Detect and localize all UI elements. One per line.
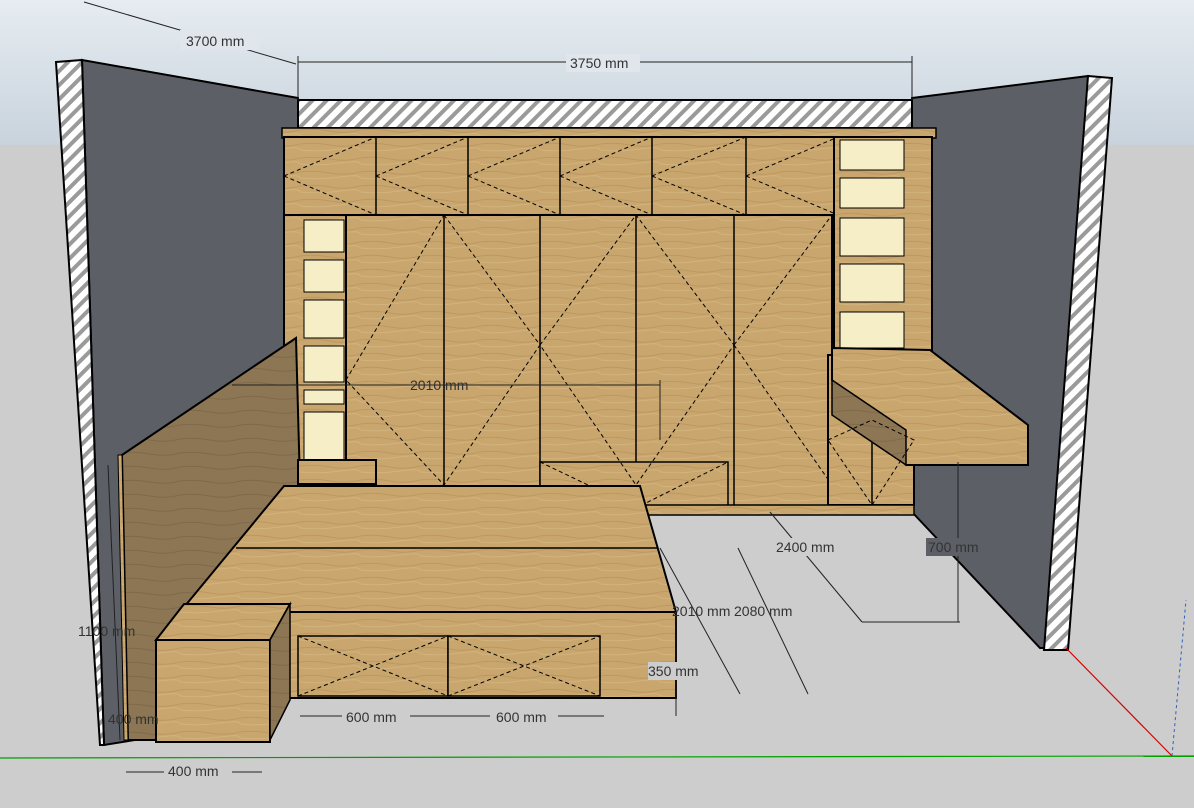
label-drawer-2: 600 mm	[496, 709, 547, 725]
upper-cabinets	[283, 136, 839, 216]
label-headboard-height: 1100 mm	[78, 623, 135, 639]
label-nightstand-height: 400 mm	[108, 711, 159, 727]
label-bed-base-height: 350 mm	[648, 663, 699, 679]
back-nightstand	[297, 459, 377, 485]
sketchup-viewport: 3700 mm 3750 mm 2010 mm 2400 mm 700 mm 2…	[0, 0, 1194, 808]
label-nightstand-width: 400 mm	[168, 763, 219, 779]
label-bed-width-b: 2080 mm	[734, 603, 792, 619]
back-wall-top	[297, 99, 913, 129]
label-bed-length: 2400 mm	[776, 539, 834, 555]
label-desk-height: 700 mm	[928, 539, 979, 555]
label-room-depth: 3700 mm	[186, 33, 244, 49]
label-drawer-1: 600 mm	[346, 709, 397, 725]
wardrobe-doors	[345, 214, 833, 511]
front-nightstand	[153, 601, 292, 743]
label-wardrobe-height: 2010 mm	[410, 377, 468, 393]
label-wall-width: 3750 mm	[570, 55, 628, 71]
right-shelf-unit	[833, 136, 933, 356]
label-bed-width-a: 2010 mm	[672, 603, 730, 619]
